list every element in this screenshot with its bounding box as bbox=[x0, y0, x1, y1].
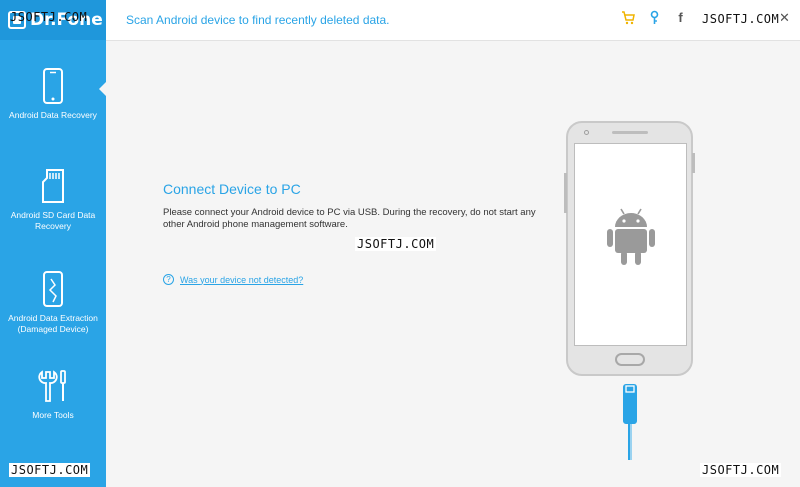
tools-icon bbox=[38, 370, 66, 402]
phone-screen bbox=[574, 143, 687, 346]
instructions-text: Please connect your Android device to PC… bbox=[163, 207, 536, 230]
phone-side-button bbox=[692, 153, 695, 173]
device-not-detected-help[interactable]: ? Was your device not detected? bbox=[163, 274, 303, 285]
sidebar-item-sd-card-recovery[interactable]: Android SD Card Data Recovery bbox=[0, 168, 106, 232]
watermark-top-right: JSOFTJ.COM bbox=[700, 12, 782, 26]
sidebar-item-label: Android Data Extraction (Damaged Device) bbox=[8, 313, 98, 334]
watermark-top-left: JSOFTJ.COM bbox=[10, 10, 88, 24]
main-content: Connect Device to PC Please connect your… bbox=[106, 41, 800, 487]
phone-icon bbox=[43, 68, 63, 104]
phone-home-button bbox=[615, 353, 645, 366]
watermark-center: JSOFTJ.COM bbox=[355, 237, 437, 251]
sidebar-item-android-data-recovery[interactable]: Android Data Recovery bbox=[0, 68, 106, 121]
sidebar-item-data-extraction[interactable]: Android Data Extraction (Damaged Device) bbox=[0, 271, 106, 335]
phone-speaker bbox=[612, 131, 648, 134]
device-not-detected-link[interactable]: Was your device not detected? bbox=[180, 275, 303, 285]
header-bar: Scan Android device to find recently del… bbox=[106, 0, 800, 41]
sidebar-item-label: Android Data Recovery bbox=[9, 110, 97, 120]
sidebar-item-label: Android SD Card Data Recovery bbox=[10, 210, 96, 231]
page-title: Connect Device to PC bbox=[163, 181, 301, 197]
usb-cable-icon bbox=[623, 384, 637, 460]
android-robot-icon bbox=[607, 208, 655, 265]
key-icon[interactable] bbox=[647, 10, 662, 25]
header-subtitle: Scan Android device to find recently del… bbox=[126, 13, 390, 27]
cart-icon[interactable] bbox=[621, 10, 636, 25]
sidebar-item-more-tools[interactable]: More Tools bbox=[0, 368, 106, 421]
facebook-icon[interactable]: f bbox=[673, 10, 688, 25]
broken-phone-icon bbox=[43, 271, 63, 307]
sidebar-item-label: More Tools bbox=[32, 410, 74, 420]
sidebar: Dr.Fone Android Data Recovery Android SD… bbox=[0, 0, 106, 487]
phone-camera bbox=[584, 130, 589, 135]
watermark-bottom-right: JSOFTJ.COM bbox=[700, 463, 782, 477]
watermark-bottom-left: JSOFTJ.COM bbox=[9, 463, 91, 477]
phone-illustration bbox=[564, 121, 695, 376]
phone-side-button bbox=[564, 173, 567, 213]
sd-card-icon bbox=[42, 169, 64, 203]
question-icon: ? bbox=[163, 274, 174, 285]
